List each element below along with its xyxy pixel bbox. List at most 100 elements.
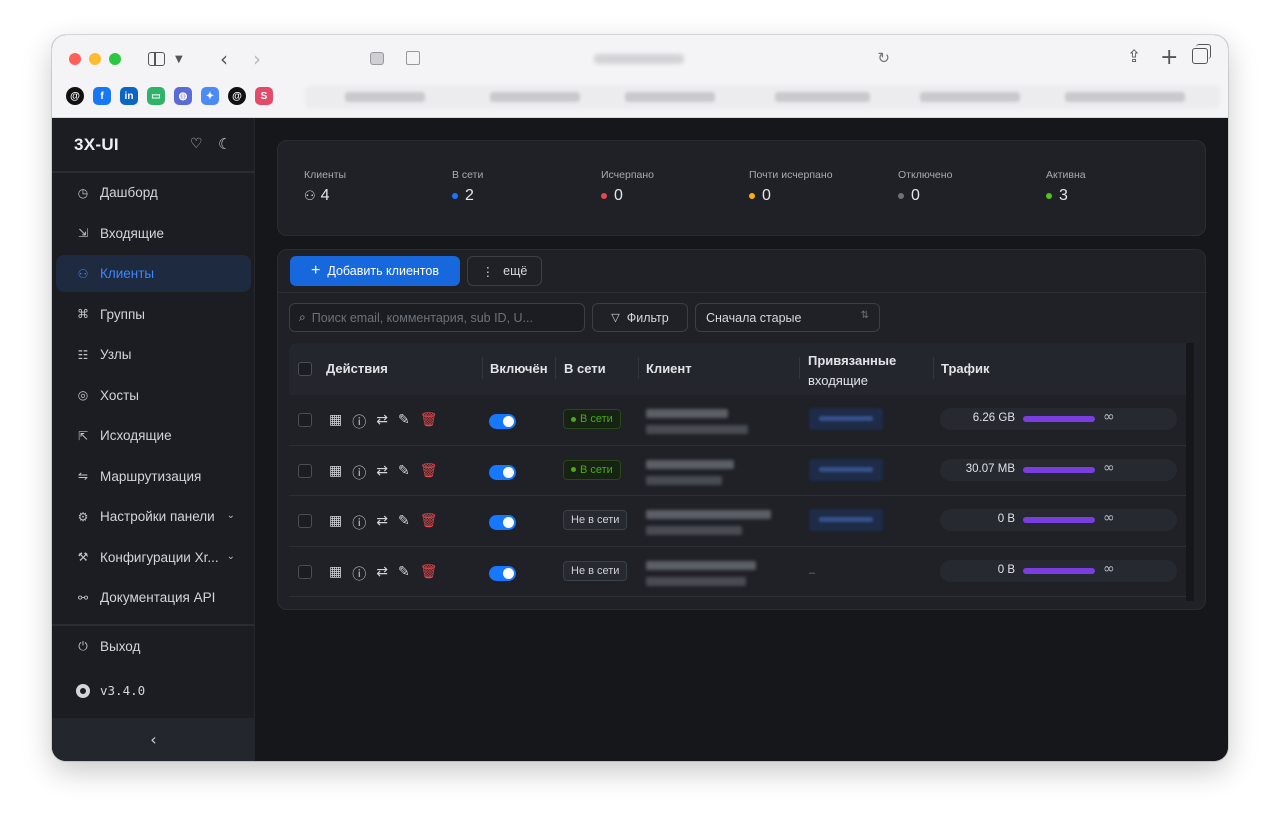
search-input[interactable] xyxy=(311,310,562,325)
sidebar-item-dashboard[interactable]: ◷ Дашборд xyxy=(56,174,251,211)
info-icon[interactable]: ⓘ xyxy=(352,564,366,584)
stat-label: Отключено xyxy=(898,169,953,181)
reader-icon[interactable] xyxy=(406,51,420,65)
select-all-checkbox[interactable] xyxy=(298,362,312,376)
enable-toggle[interactable] xyxy=(489,515,516,530)
new-tab-button[interactable]: + xyxy=(1160,45,1178,70)
stat-5: Активна 3 xyxy=(1046,169,1086,205)
row-checkbox[interactable] xyxy=(298,463,312,478)
more-button[interactable]: ⋮ ещё xyxy=(467,256,542,286)
forward-button[interactable]: › xyxy=(253,47,261,71)
tab-overview-button[interactable] xyxy=(1192,44,1211,64)
online-dot xyxy=(571,416,576,422)
status-dot xyxy=(1046,193,1052,199)
sidebar-item-label: Узлы xyxy=(100,347,132,362)
sidebar-item-nodes[interactable]: ☷ Узлы xyxy=(56,336,251,373)
reset-traffic-icon[interactable]: ⇄ xyxy=(376,564,388,584)
reset-traffic-icon[interactable]: ⇄ xyxy=(376,463,388,483)
info-icon[interactable]: ⓘ xyxy=(352,463,366,483)
sidebar-item-exit[interactable]: ⏻ Выход xyxy=(56,628,251,665)
table-scroll-edge xyxy=(1186,343,1194,601)
table-row: ▦ ⓘ ⇄ ✎ 🗑 Не в сети 0 B ∞ xyxy=(289,496,1194,547)
traffic-value: 30.07 MB xyxy=(965,462,1015,475)
xray-configs-icon: ⚒ xyxy=(77,550,89,564)
enable-toggle[interactable] xyxy=(489,464,516,480)
edit-icon[interactable]: ✎ xyxy=(398,463,410,483)
logout-icon: ⏻ xyxy=(78,639,88,653)
info-icon[interactable]: ⓘ xyxy=(352,412,366,432)
row-checkbox[interactable] xyxy=(298,514,312,528)
globe-icon[interactable]: ◍ xyxy=(174,87,192,105)
version-link[interactable]: v3.4.0 xyxy=(76,683,145,698)
sort-value: Сначала старые xyxy=(706,310,802,325)
status-badge: В сети xyxy=(563,409,621,429)
qr-code-icon[interactable]: ▦ xyxy=(329,412,342,432)
outbounds-icon: ⇱ xyxy=(77,428,89,443)
stat-value: 3 xyxy=(1059,187,1068,204)
reload-icon[interactable]: ↻ xyxy=(877,49,890,67)
delete-icon[interactable]: 🗑 xyxy=(420,513,438,533)
maximize-window-button[interactable] xyxy=(109,53,121,65)
header-inbounds: Привязанные входящие xyxy=(808,351,896,391)
sidebar-item-panel-settings[interactable]: ⚙ Настройки панели ⌄ xyxy=(56,498,251,535)
sidebar-item-groups[interactable]: ⌘ Группы xyxy=(56,296,251,333)
inbound-tag-blurred xyxy=(809,408,883,430)
sidebar-item-inbounds[interactable]: ⇲ Входящие xyxy=(56,215,251,252)
site-settings-icon[interactable] xyxy=(370,52,384,65)
sidebar-item-routing[interactable]: ⇋ Маршрутизация xyxy=(56,458,251,495)
filter-button[interactable]: ▽ Фильтр xyxy=(592,303,688,332)
threads-icon[interactable]: @ xyxy=(66,87,84,105)
shortcuts-icon[interactable]: S xyxy=(255,87,273,105)
sidebar-item-hosts[interactable]: ◎ Хосты xyxy=(56,377,251,414)
reset-traffic-icon[interactable]: ⇄ xyxy=(376,412,388,432)
qr-code-icon[interactable]: ▦ xyxy=(329,463,342,483)
delete-icon[interactable]: 🗑 xyxy=(420,564,438,584)
row-checkbox[interactable] xyxy=(298,564,312,579)
traffic-value: 0 B xyxy=(997,563,1015,576)
search-field[interactable]: ⌕ xyxy=(289,303,585,332)
sidebar-item-outbounds[interactable]: ⇱ Исходящие xyxy=(56,417,251,454)
edit-icon[interactable]: ✎ xyxy=(398,513,410,533)
share-button[interactable]: ⇪ xyxy=(1127,47,1141,67)
enable-toggle[interactable] xyxy=(489,414,516,429)
sidebar-item-label: Маршрутизация xyxy=(100,468,202,484)
close-window-button[interactable] xyxy=(69,53,81,65)
status-text: В сети xyxy=(580,463,613,476)
stat-value: 2 xyxy=(465,187,474,204)
status-dot xyxy=(452,193,458,199)
sort-select[interactable]: Сначала старые ⇅ xyxy=(695,303,880,332)
info-icon[interactable]: ⓘ xyxy=(352,513,366,533)
qr-code-icon[interactable]: ▦ xyxy=(329,513,342,533)
back-button[interactable]: ‹ xyxy=(220,47,228,71)
hosts-icon: ◎ xyxy=(77,388,89,402)
address-bar[interactable]: ↻ xyxy=(362,45,890,73)
enable-toggle[interactable] xyxy=(489,565,516,581)
sidebar-item-xray-configs[interactable]: ⚒ Конфигурации Xr... ⌄ xyxy=(56,539,251,576)
client-comment-blurred xyxy=(646,526,742,535)
heart-icon[interactable]: ♡ xyxy=(190,136,203,152)
sidebar-item-label: Хосты xyxy=(100,387,139,403)
edit-icon[interactable]: ✎ xyxy=(398,412,410,432)
reset-traffic-icon[interactable]: ⇄ xyxy=(376,513,388,533)
edit-icon[interactable]: ✎ xyxy=(398,564,410,584)
facebook-icon[interactable]: f xyxy=(93,87,111,105)
at-icon[interactable]: @ xyxy=(228,87,246,105)
status-dot xyxy=(601,193,607,199)
gemini-icon[interactable]: ✦ xyxy=(201,87,219,105)
stat-value: 0 xyxy=(911,187,920,204)
qr-code-icon[interactable]: ▦ xyxy=(329,564,342,584)
linkedin-icon[interactable]: in xyxy=(120,87,138,105)
moon-icon[interactable]: ☾ xyxy=(218,135,231,153)
client-email-blurred xyxy=(646,560,756,570)
delete-icon[interactable]: 🗑 xyxy=(420,412,438,432)
chat-icon[interactable]: ▭ xyxy=(147,87,165,105)
row-checkbox[interactable] xyxy=(298,413,312,427)
collapse-sidebar-button[interactable]: ‹ xyxy=(52,718,255,761)
stat-value-row: 3 xyxy=(1046,187,1086,205)
add-clients-button[interactable]: + Добавить клиентов xyxy=(290,256,460,286)
sidebar-item-clients[interactable]: ⚇ Клиенты xyxy=(56,255,251,292)
browser-sidebar-button[interactable]: ▼ xyxy=(148,50,196,68)
sidebar-item-api-docs[interactable]: ⚯ Документация API xyxy=(56,579,251,616)
delete-icon[interactable]: 🗑 xyxy=(420,463,438,483)
minimize-window-button[interactable] xyxy=(89,53,101,65)
